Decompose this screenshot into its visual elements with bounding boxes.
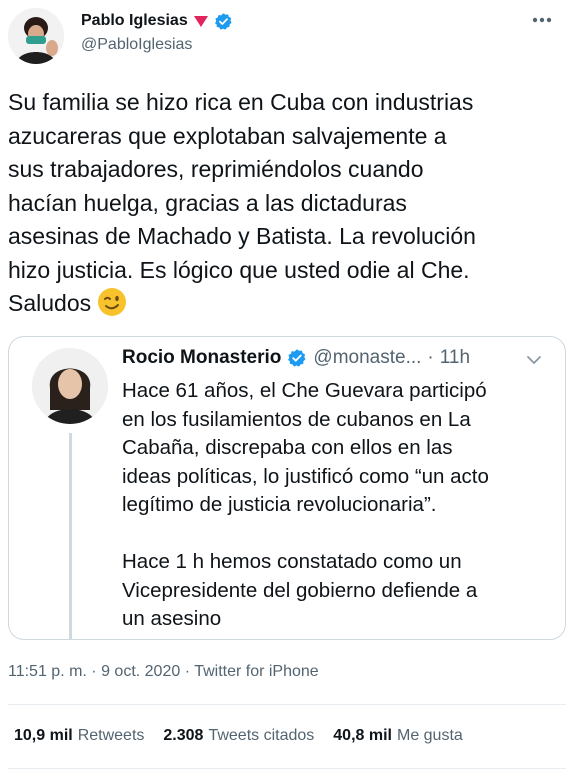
quoted-text-line: en los fusilamientos de cubanos en La xyxy=(122,407,471,431)
author-name[interactable]: Pablo Iglesias xyxy=(81,12,188,30)
quoted-tweet-text: Hace 61 años, el Che Guevara participó e… xyxy=(122,377,552,634)
tweet-meta: 11:51 p. m. · 9 oct. 2020 · Twitter for … xyxy=(8,663,319,681)
separator-dot: · xyxy=(86,663,102,680)
separator-dot: · xyxy=(180,663,195,680)
chevron-down-icon[interactable] xyxy=(525,351,543,369)
quoted-text-line: Hace 61 años, el Che Guevara participó xyxy=(122,379,487,402)
divider xyxy=(8,704,566,705)
tweet-source-link[interactable]: Twitter for iPhone xyxy=(194,663,319,680)
tweet-text-saludos: Saludos xyxy=(8,290,92,316)
retweets-count: 10,9 mil xyxy=(14,727,73,744)
tweet-date[interactable]: 9 oct. 2020 xyxy=(101,663,180,680)
quoted-text-line: un asesino xyxy=(122,607,222,630)
quoted-text-line: ideas políticas, lo justificó como “un a… xyxy=(122,464,489,488)
quote-tweets-count: 2.308 xyxy=(163,727,204,744)
tweet-text-line: asesinas de Machado y Batista. La revolu… xyxy=(8,223,476,249)
quoted-text-line: Cabaña, discrepaba con ellos en las xyxy=(122,436,453,459)
likes-count: 40,8 mil xyxy=(333,727,392,744)
engagement-stats: 10,9 mil Retweets 2.308 Tweets citados 4… xyxy=(14,727,463,745)
retweets-stat[interactable]: 10,9 mil Retweets xyxy=(14,727,144,745)
verified-badge-icon xyxy=(214,12,233,31)
retweets-label: Retweets xyxy=(77,727,145,744)
ellipsis-icon xyxy=(532,17,552,23)
quoted-text-line: Hace 1 h hemos constatado como un xyxy=(122,550,462,573)
tweet-header: Pablo Iglesias @PabloIglesias xyxy=(0,0,572,72)
verified-badge-icon xyxy=(287,348,307,368)
quoted-tweet-card[interactable]: Rocio Monasterio @monaste... · 11h Hace … xyxy=(8,336,566,640)
tweet-text-line: hizo justicia. Es lógico que usted odie … xyxy=(8,256,470,283)
separator-dot: · xyxy=(427,347,434,368)
likes-label: Me gusta xyxy=(396,727,463,744)
divider xyxy=(8,768,566,769)
tweet-text-line: sus trabajadores, reprimiéndolos cuando xyxy=(8,156,424,182)
author-handle[interactable]: @PabloIglesias xyxy=(81,36,192,54)
quote-tweets-label: Tweets citados xyxy=(208,727,315,744)
tweet-text-last-line: Saludos xyxy=(8,287,564,321)
quoted-text-line: legítimo de justicia revolucionaria”. xyxy=(122,493,437,516)
quoted-header: Rocio Monasterio @monaste... · 11h xyxy=(122,347,470,369)
wink-face-icon xyxy=(97,287,127,317)
author-avatar[interactable] xyxy=(8,8,64,64)
tweet-text-line: azucareras que explotaban salvajemente a xyxy=(8,122,447,149)
tweet-text-line: hacían huelga, gracias a las dictaduras xyxy=(8,189,407,216)
quoted-timestamp[interactable]: 11h xyxy=(440,347,470,369)
downward-triangle-icon xyxy=(192,12,210,30)
quoted-author-handle[interactable]: @monaste... xyxy=(313,347,421,369)
author-name-row: Pablo Iglesias xyxy=(81,10,233,32)
tweet-time[interactable]: 11:51 p. m. xyxy=(8,663,87,680)
quoted-author-avatar[interactable] xyxy=(32,348,108,424)
more-options-button[interactable] xyxy=(528,10,556,30)
likes-stat[interactable]: 40,8 mil Me gusta xyxy=(333,727,463,745)
quoted-author-name[interactable]: Rocio Monasterio xyxy=(122,347,281,369)
quoted-text-line: Vicepresidente del gobierno defiende a xyxy=(122,578,478,602)
tweet-text-line: Su familia se hizo rica en Cuba con indu… xyxy=(8,89,474,115)
quote-tweets-stat[interactable]: 2.308 Tweets citados xyxy=(163,727,314,745)
thread-line xyxy=(69,433,72,639)
tweet-text: Su familia se hizo rica en Cuba con indu… xyxy=(8,86,564,321)
